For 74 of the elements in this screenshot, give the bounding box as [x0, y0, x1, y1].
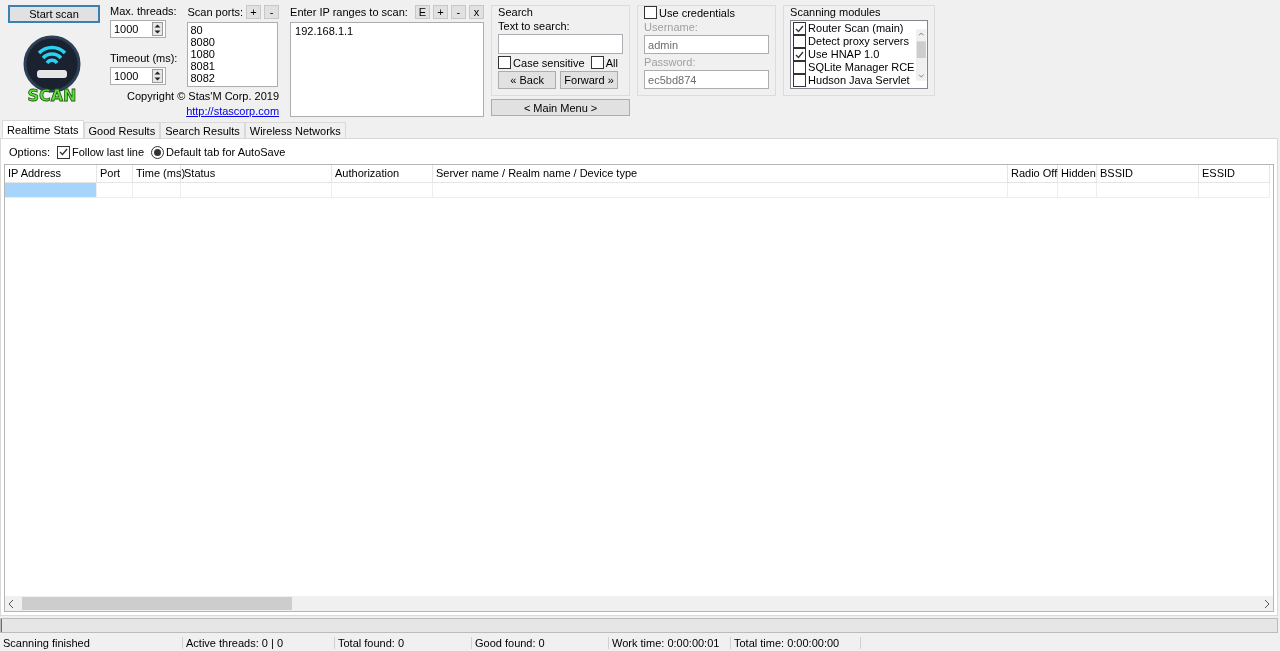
module-label: Detect proxy servers: [808, 35, 909, 48]
website-link[interactable]: http://stascorp.com: [186, 105, 280, 117]
search-option-checkbox[interactable]: [590, 56, 604, 69]
module-checkbox[interactable]: [793, 22, 807, 35]
ip-ranges-label: Enter IP ranges to scan:: [290, 6, 408, 18]
search-option-label: All: [605, 56, 618, 69]
scroll-left-icon[interactable]: [8, 599, 14, 608]
port-item[interactable]: 8081: [190, 60, 276, 72]
module-checkbox[interactable]: [793, 48, 807, 61]
module-checkbox[interactable]: [793, 35, 807, 48]
ip-ranges-list[interactable]: 192.168.1.1: [290, 22, 485, 117]
modules-list[interactable]: Router Scan (main) Detect proxy servers Use HNAP 1.0 SQLite Manager RCE Hudson Java Servlet: [790, 20, 929, 89]
timeout-spinbox[interactable]: 1000: [110, 67, 166, 85]
module-checkbox[interactable]: [793, 61, 807, 74]
ports-list[interactable]: 80 8080 1080 8081 8082: [187, 22, 279, 87]
search-nav-button[interactable]: « Back: [498, 71, 557, 89]
search-group-title: Search: [498, 6, 534, 18]
spin-arrows-icon[interactable]: [152, 22, 163, 36]
use-credentials-checkbox[interactable]: [644, 6, 658, 19]
port-list-button[interactable]: -: [264, 5, 280, 19]
use-credentials-label: Use credentials: [659, 6, 735, 19]
scroll-right-icon[interactable]: [1264, 599, 1270, 608]
tab[interactable]: Good Results: [83, 122, 161, 138]
status-text: Total found: 0: [335, 637, 472, 649]
main-menu-button[interactable]: < Main Menu >: [491, 99, 631, 116]
ip-range-button[interactable]: +: [432, 5, 448, 19]
username-label: Username:: [644, 21, 699, 33]
timeout-label: Timeout (ms):: [110, 52, 178, 64]
search-input-field[interactable]: [498, 34, 624, 54]
options-label: Options:: [9, 146, 50, 158]
status-text: Good found: 0: [472, 637, 609, 649]
search-option-label: Case sensitive: [513, 56, 585, 69]
port-item[interactable]: 80: [190, 24, 276, 36]
horizontal-scrollbar[interactable]: [5, 596, 1273, 611]
ip-range-button[interactable]: x: [468, 5, 484, 19]
port-item[interactable]: 8082: [190, 72, 276, 84]
spin-arrows-icon[interactable]: [152, 69, 163, 83]
status-text: Scanning finished: [0, 637, 183, 649]
autosave-radio[interactable]: [151, 145, 165, 159]
port-list-button[interactable]: +: [246, 5, 262, 19]
module-label: SQLite Manager RCE: [808, 61, 915, 74]
port-item[interactable]: 8080: [190, 36, 276, 48]
table-cell: [133, 183, 181, 198]
ip-range-button[interactable]: E: [414, 5, 430, 19]
scan-ports-label: Scan ports:: [187, 6, 244, 18]
autosave-label: Default tab for AutoSave: [166, 146, 286, 158]
module-checkbox[interactable]: [793, 74, 807, 87]
table-cell: [1199, 183, 1270, 198]
password-label: Password:: [644, 56, 697, 68]
table-cell: [97, 183, 133, 198]
status-text: Total time: 0:00:00:00: [731, 637, 861, 649]
module-label: Hudson Java Servlet: [808, 74, 910, 87]
scanning-modules-title: Scanning modules: [790, 6, 882, 18]
module-label: Use HNAP 1.0: [808, 48, 880, 61]
tab[interactable]: Wireless Networks: [244, 122, 346, 138]
max-threads-spinbox[interactable]: 1000: [110, 20, 166, 38]
status-text: Active threads: 0 | 0: [183, 637, 335, 649]
status-text: Work time: 0:00:00:01: [609, 637, 731, 649]
copyright-text: Copyright © Stas'M Corp. 2019: [127, 90, 280, 102]
start-scan-button[interactable]: Start scan: [8, 5, 100, 23]
search-option-checkbox[interactable]: [498, 56, 512, 69]
follow-last-line-label: Follow last line: [71, 146, 145, 158]
max-threads-label: Max. threads:: [110, 5, 178, 17]
ip-range-item[interactable]: 192.168.1.1: [295, 25, 480, 37]
port-item[interactable]: 1080: [190, 48, 276, 60]
tab[interactable]: Search Results: [160, 122, 245, 138]
text-to-search-label: Text to search:: [498, 20, 571, 32]
table-cell: [1008, 183, 1058, 198]
ip-range-button[interactable]: -: [450, 5, 466, 19]
follow-last-line-checkbox[interactable]: [56, 145, 70, 159]
table-cell: [1058, 183, 1097, 198]
search-nav-button[interactable]: Forward »: [560, 71, 619, 89]
module-label: Router Scan (main): [808, 22, 904, 35]
scrollbar-thumb[interactable]: [22, 597, 292, 610]
